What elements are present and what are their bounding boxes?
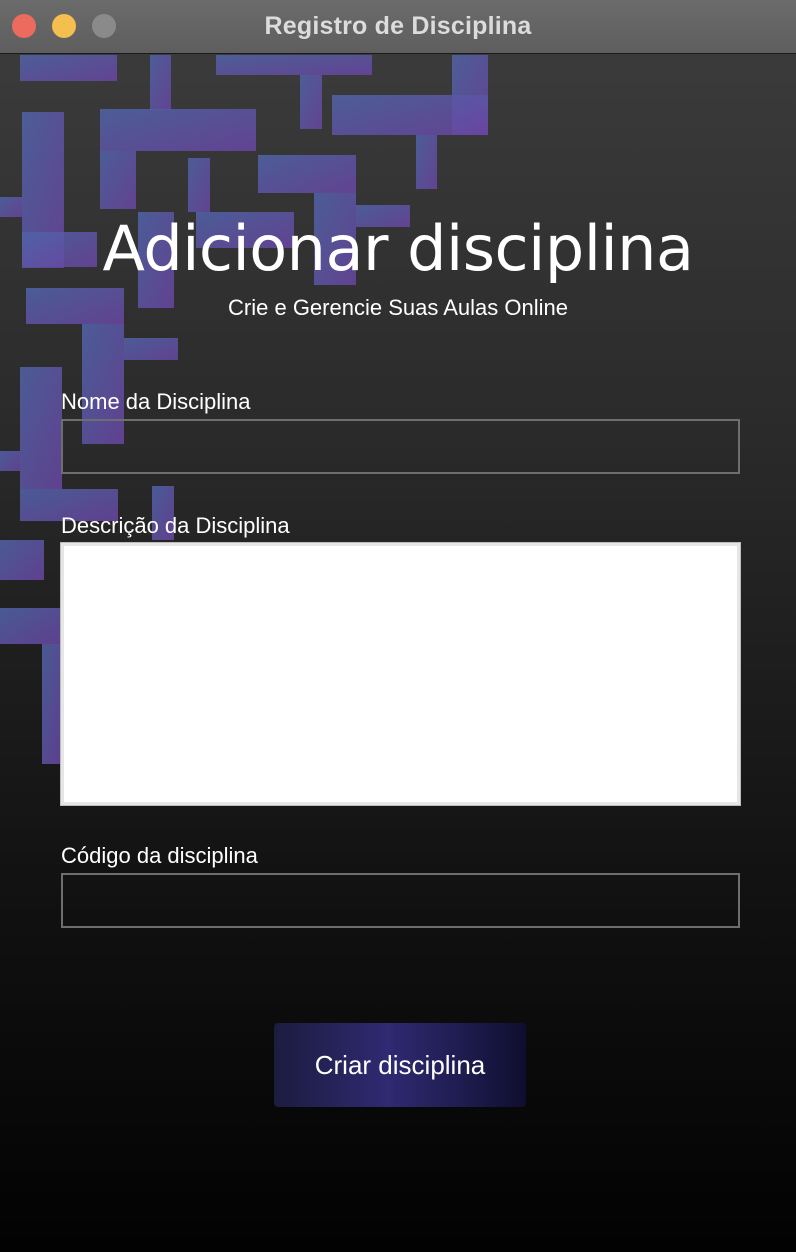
window-title: Registro de Disciplina xyxy=(264,12,532,40)
code-input[interactable] xyxy=(61,873,740,928)
create-course-button[interactable]: Criar disciplina xyxy=(274,1023,526,1107)
description-label: Descrição da Disciplina xyxy=(61,513,290,538)
minimize-window-button[interactable] xyxy=(52,14,76,38)
description-textarea[interactable] xyxy=(60,542,741,806)
app-window: Registro de Disciplina Adicionar discipl… xyxy=(0,0,796,1252)
maximize-window-button[interactable] xyxy=(92,14,116,38)
close-window-button[interactable] xyxy=(12,14,36,38)
name-input[interactable] xyxy=(61,419,740,474)
name-label: Nome da Disciplina xyxy=(61,389,251,414)
page-subtitle: Crie e Gerencie Suas Aulas Online xyxy=(228,295,568,320)
code-label: Código da disciplina xyxy=(61,843,258,868)
title-bar[interactable]: Registro de Disciplina xyxy=(0,0,796,54)
page-title: Adicionar disciplina xyxy=(102,212,694,285)
